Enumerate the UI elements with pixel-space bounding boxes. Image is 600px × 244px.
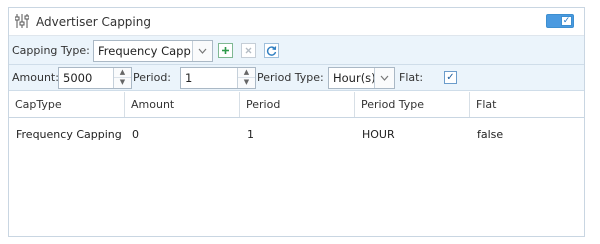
flat-label: Flat: bbox=[399, 71, 424, 84]
cell-period-type: HOUR bbox=[362, 128, 395, 141]
remove-icon bbox=[245, 47, 252, 54]
add-icon bbox=[222, 47, 229, 54]
chevron-up-icon[interactable]: ▲ bbox=[238, 68, 255, 78]
period-spinner[interactable]: ▲ ▼ bbox=[237, 68, 255, 88]
table-header: CapType Amount Period Period Type Flat bbox=[9, 92, 584, 118]
cell-flat: false bbox=[477, 128, 504, 141]
cell-amount: 0 bbox=[132, 128, 139, 141]
column-header-period-type[interactable]: Period Type bbox=[355, 92, 470, 117]
amount-label: Amount: bbox=[12, 71, 59, 84]
check-icon: ✓ bbox=[446, 72, 455, 83]
capping-type-toolbar: Capping Type: Frequency Capp bbox=[9, 36, 584, 65]
capping-type-select[interactable]: Frequency Capp bbox=[93, 40, 213, 62]
chevron-down-icon[interactable]: ▼ bbox=[114, 78, 131, 88]
flat-checkbox[interactable]: ✓ bbox=[444, 71, 457, 84]
period-label: Period: bbox=[133, 71, 172, 84]
period-value: 1 bbox=[185, 71, 193, 85]
cell-period: 1 bbox=[247, 128, 254, 141]
capping-table: CapType Amount Period Period Type Flat F… bbox=[9, 92, 584, 237]
table-row[interactable]: Frequency Capping 0 1 HOUR false bbox=[9, 122, 584, 148]
add-button[interactable] bbox=[218, 43, 233, 58]
capping-filters-bar: Amount: 5000 ▲ ▼ Period: 1 ▲ ▼ Period Ty… bbox=[9, 65, 584, 91]
capping-type-label: Capping Type: bbox=[12, 44, 90, 57]
chevron-down-icon[interactable]: ▼ bbox=[238, 78, 255, 88]
panel-title: Advertiser Capping bbox=[36, 15, 151, 29]
period-type-label: Period Type: bbox=[257, 71, 324, 84]
chevron-up-icon[interactable]: ▲ bbox=[114, 68, 131, 78]
refresh-icon bbox=[266, 46, 277, 56]
chevron-down-icon[interactable] bbox=[192, 41, 212, 61]
enable-toggle[interactable]: ✓ bbox=[546, 14, 574, 28]
panel-header: Advertiser Capping ✓ bbox=[9, 8, 584, 36]
column-header-captype[interactable]: CapType bbox=[9, 92, 125, 117]
amount-spinner[interactable]: ▲ ▼ bbox=[113, 68, 131, 88]
refresh-button[interactable] bbox=[264, 43, 279, 58]
column-header-amount[interactable]: Amount bbox=[125, 92, 240, 117]
amount-stepper[interactable]: 5000 ▲ ▼ bbox=[58, 67, 132, 89]
period-type-value: Hour(s) bbox=[333, 71, 376, 85]
cell-captype: Frequency Capping bbox=[16, 128, 122, 141]
column-header-flat[interactable]: Flat bbox=[470, 92, 586, 117]
period-type-select[interactable]: Hour(s) bbox=[328, 67, 395, 89]
sliders-icon bbox=[15, 14, 29, 28]
advertiser-capping-panel: Advertiser Capping ✓ Capping Type: Frequ… bbox=[8, 7, 585, 237]
capping-type-value: Frequency Capp bbox=[98, 44, 191, 58]
remove-button[interactable] bbox=[241, 43, 256, 58]
period-stepper[interactable]: 1 ▲ ▼ bbox=[180, 67, 256, 89]
check-icon: ✓ bbox=[561, 16, 572, 26]
amount-value: 5000 bbox=[63, 71, 93, 85]
chevron-down-icon[interactable] bbox=[374, 68, 394, 88]
column-header-period[interactable]: Period bbox=[240, 92, 355, 117]
